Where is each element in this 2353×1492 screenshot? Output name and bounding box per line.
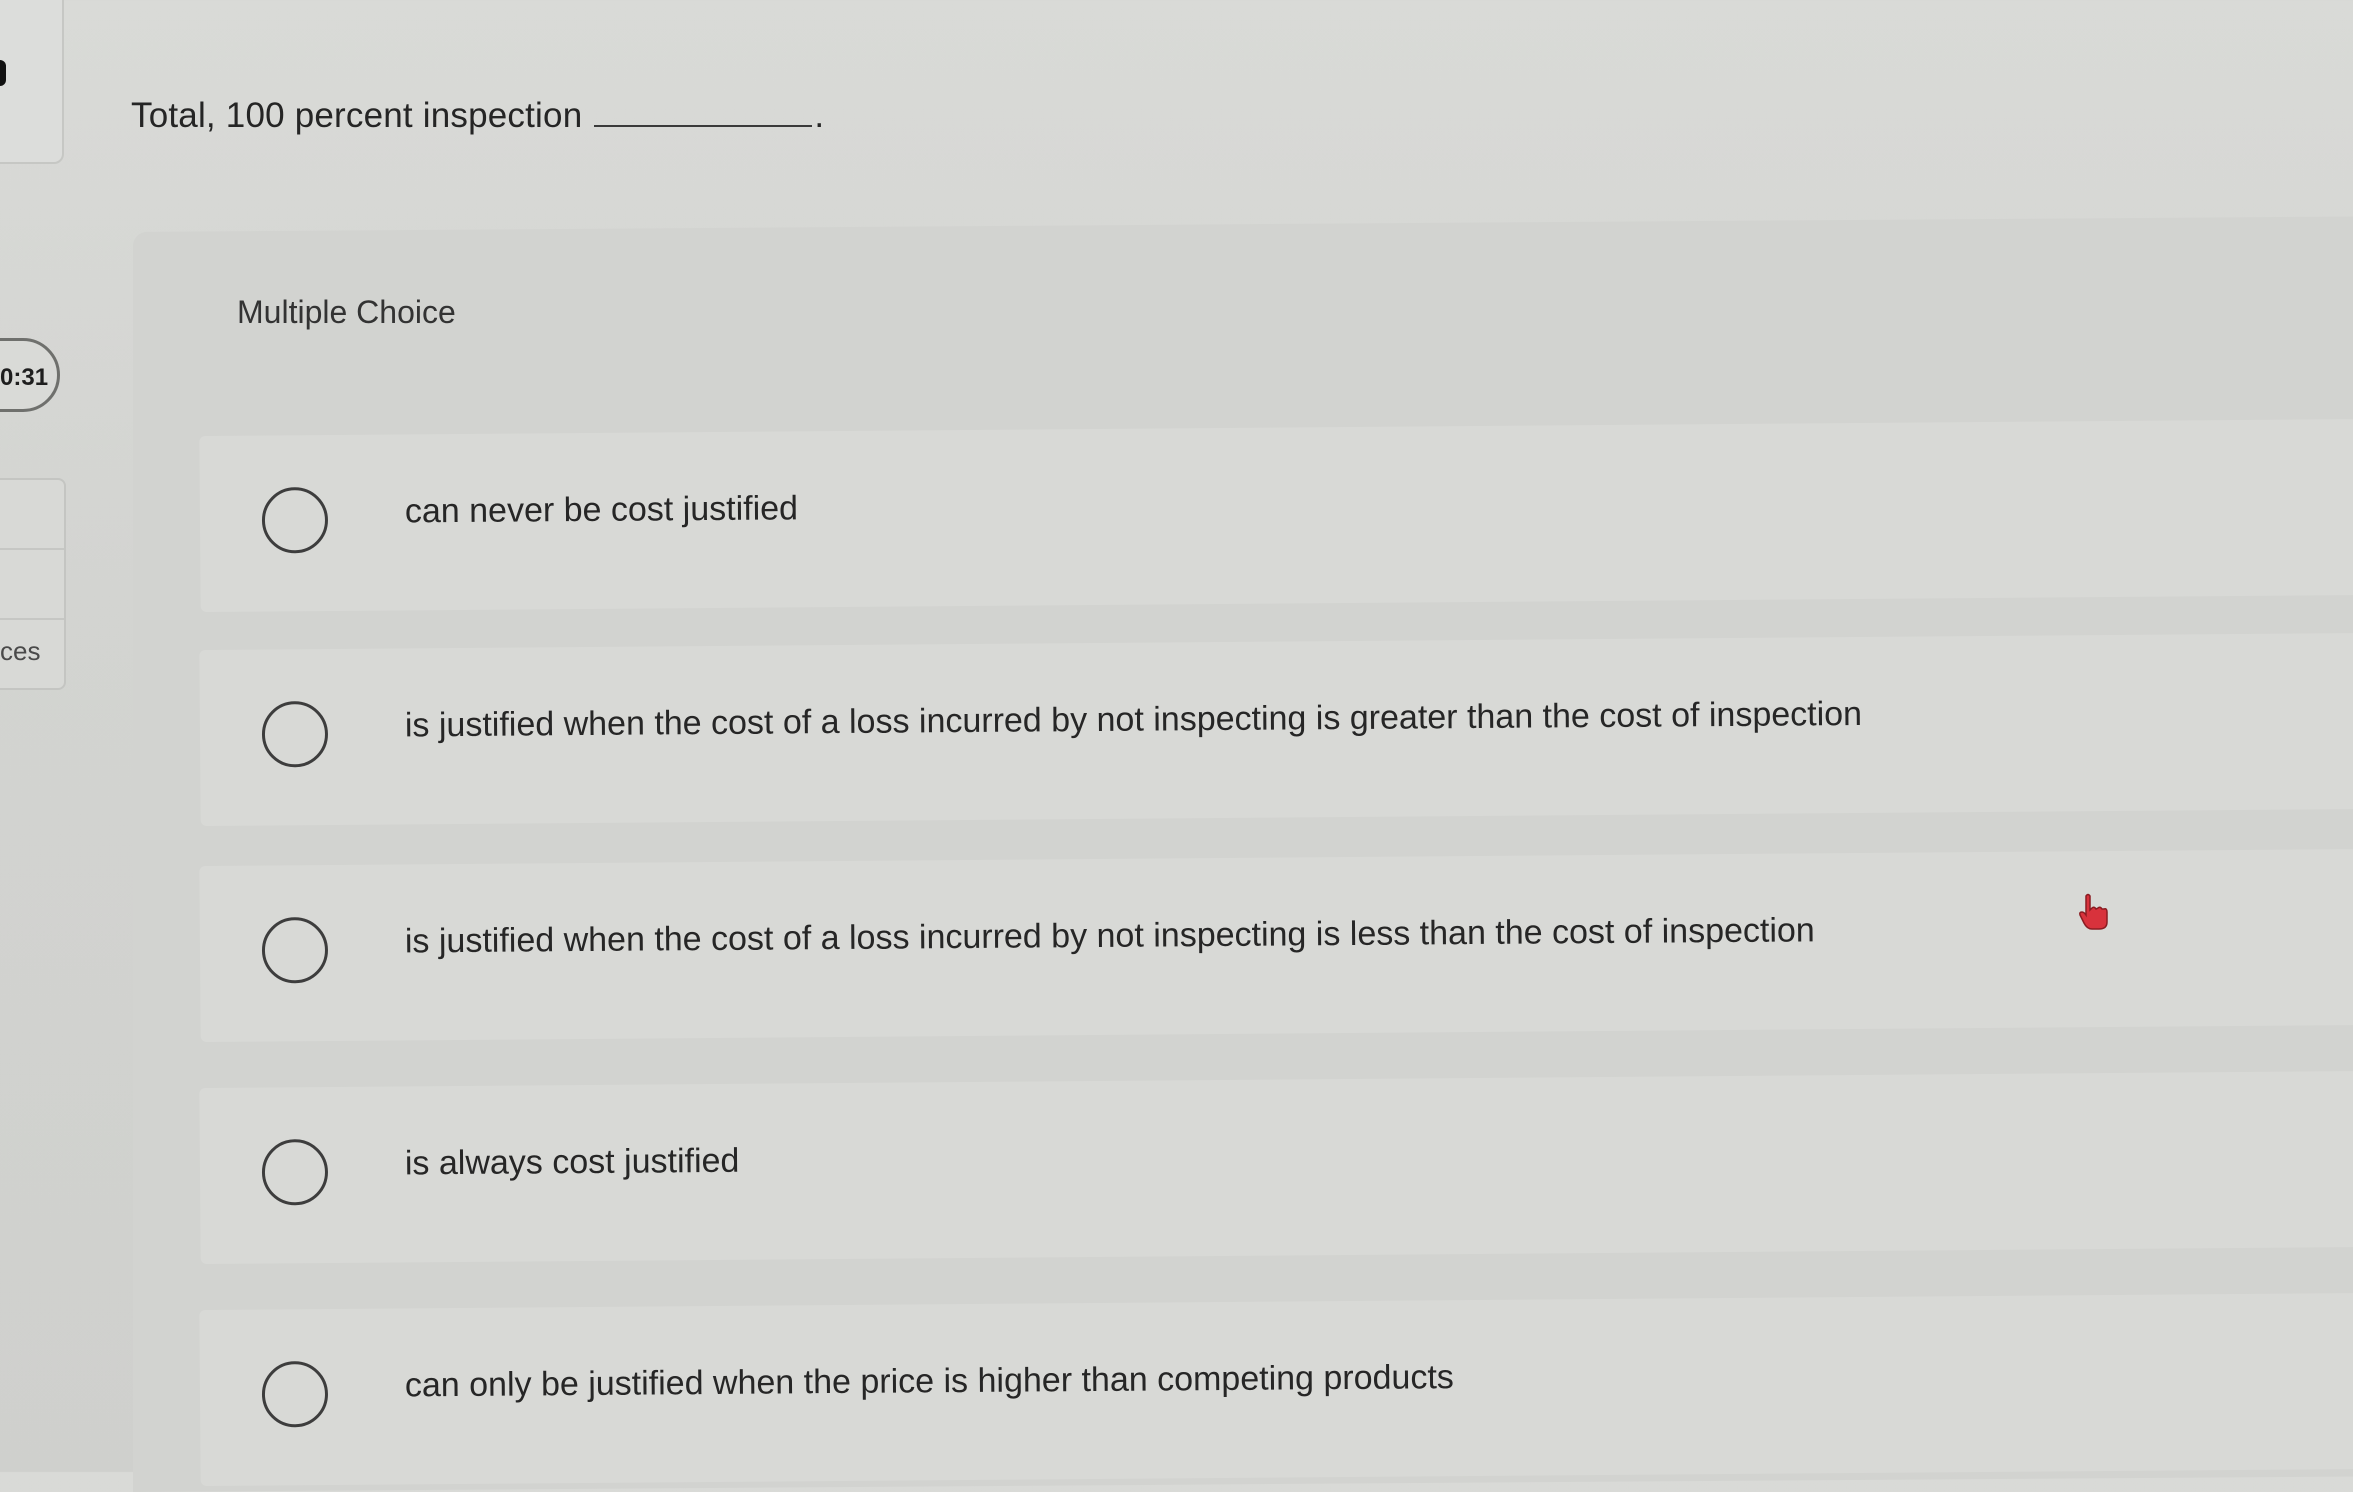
answer-option-label: is justified when the cost of a loss inc… bbox=[404, 911, 1815, 961]
sidebar-item[interactable] bbox=[0, 550, 64, 620]
radio-button[interactable] bbox=[261, 1360, 329, 1428]
answer-option[interactable]: can never be cost justified bbox=[199, 418, 2353, 612]
question-prompt: Total, 100 percent inspection. bbox=[131, 96, 824, 136]
sidebar-marker-icon bbox=[0, 60, 6, 86]
sidebar-card bbox=[0, 0, 64, 164]
answer-option[interactable]: is always cost justified bbox=[199, 1070, 2353, 1264]
sidebar-resources-label[interactable]: ces bbox=[0, 636, 40, 667]
answer-option-label: can only be justified when the price is … bbox=[404, 1358, 1454, 1405]
answer-option-label: is justified when the cost of a loss inc… bbox=[404, 694, 1863, 745]
answer-option[interactable]: is justified when the cost of a loss inc… bbox=[199, 848, 2353, 1042]
answer-option[interactable]: can only be justified when the price is … bbox=[199, 1292, 2353, 1486]
radio-button[interactable] bbox=[261, 1138, 329, 1206]
answer-option-label: is always cost justified bbox=[404, 1141, 740, 1183]
radio-button[interactable] bbox=[261, 916, 329, 984]
answer-option[interactable]: is justified when the cost of a loss inc… bbox=[199, 632, 2353, 826]
answer-option-label: can never be cost justified bbox=[404, 489, 799, 531]
sidebar-item[interactable] bbox=[0, 480, 64, 550]
radio-button[interactable] bbox=[261, 700, 329, 768]
timer-text: 0:31 bbox=[0, 364, 49, 391]
question-type-heading: Multiple Choice bbox=[237, 294, 456, 330]
question-text: Total, 100 percent inspection bbox=[131, 96, 583, 135]
radio-button[interactable] bbox=[261, 486, 329, 554]
answer-blank bbox=[594, 125, 813, 127]
hand-pointer-icon bbox=[2079, 893, 2108, 930]
question-period: . bbox=[814, 96, 825, 135]
